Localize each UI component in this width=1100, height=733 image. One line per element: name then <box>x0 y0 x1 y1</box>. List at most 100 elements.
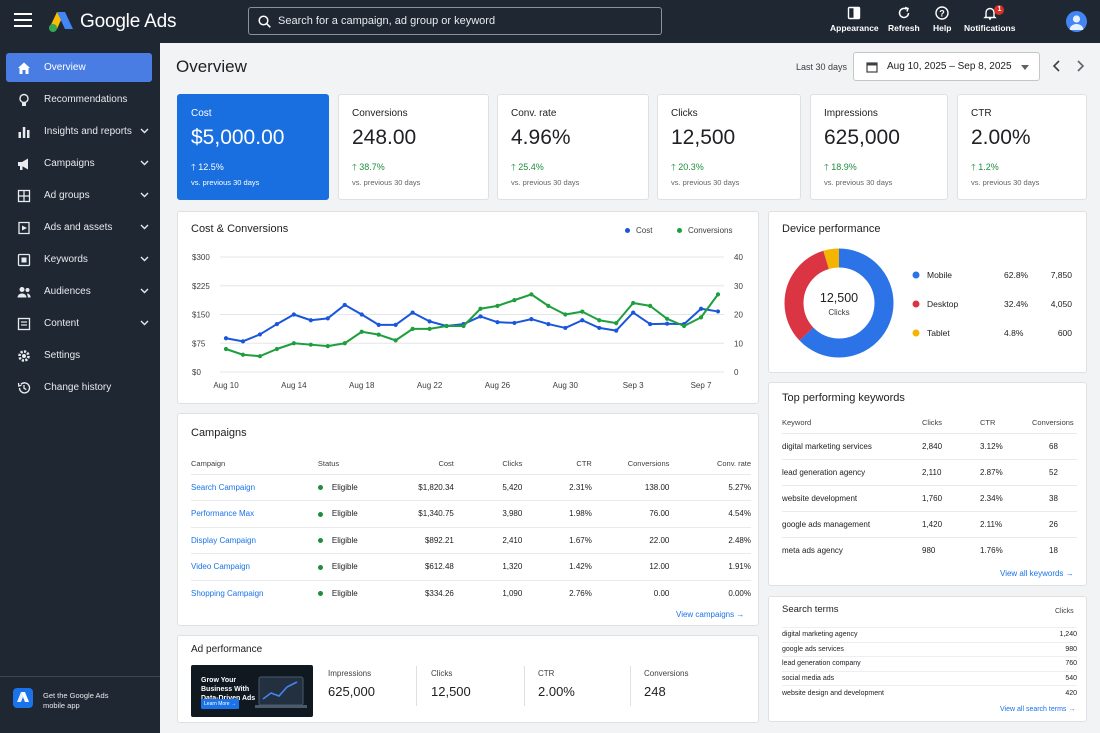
search-bar[interactable] <box>248 7 662 35</box>
sidebar-item-insights-and-reports[interactable]: Insights and reports <box>6 117 152 146</box>
table-row[interactable]: Display Campaign Eligible $892.21 2,410 … <box>191 526 751 554</box>
status-label: Eligible <box>331 482 358 492</box>
campaign-link[interactable]: Shopping Campaign <box>191 589 264 598</box>
ad-creative-cta[interactable]: Learn More → <box>201 699 239 709</box>
sidebar-item-audiences[interactable]: Audiences <box>6 277 152 306</box>
legend-value-mobile: 7,850 <box>1051 270 1073 280</box>
sidebar-item-keywords[interactable]: Keywords <box>6 245 152 274</box>
sidebar-item-label: Change history <box>44 382 112 393</box>
clicks-cell: 980 <box>922 536 980 563</box>
sidebar-item-label: Ad groups <box>44 190 90 201</box>
table-row[interactable]: Search Campaign Eligible $1,820.34 5,420… <box>191 473 751 501</box>
refresh-button[interactable]: Refresh <box>888 6 920 33</box>
table-row[interactable]: Performance Max Eligible $1,340.75 3,980… <box>191 500 751 527</box>
appearance-button[interactable]: Appearance <box>830 6 879 33</box>
column-header[interactable]: CTR <box>980 413 1032 433</box>
cost-cell: $1,340.75 <box>402 500 454 527</box>
kpi-card-cost[interactable]: Cost $5,000.00 🡑 12.5% vs. previous 30 d… <box>177 94 329 200</box>
kpi-card-impressions[interactable]: Impressions 625,000 🡑 18.9% vs. previous… <box>810 94 948 200</box>
status-cell: Eligible <box>317 553 403 580</box>
metric-value: 12,500 <box>431 684 471 699</box>
conversions-data-point <box>665 316 670 321</box>
ad-creative-preview[interactable]: Grow Your Business With Data-Driven Ads … <box>191 665 313 717</box>
ctr-cell: 1.98% <box>522 500 592 527</box>
sidebar-item-campaigns[interactable]: Campaigns <box>6 149 152 178</box>
campaign-link[interactable]: Video Campaign <box>191 562 250 571</box>
app-name: Google Ads <box>80 11 177 32</box>
kpi-label: Impressions <box>824 108 878 119</box>
column-header[interactable]: Conversions <box>1032 413 1077 433</box>
table-row[interactable]: website design and development 420 <box>782 685 1077 700</box>
keyword-cell: meta ads agency <box>782 536 922 563</box>
column-header[interactable]: Keyword <box>782 413 922 433</box>
table-row[interactable]: google ads management 1,420 2.11% 26 <box>782 510 1077 537</box>
search-input[interactable] <box>278 15 648 27</box>
keywords-title: Top performing keywords <box>782 392 905 404</box>
legend-value-desktop: 4,050 <box>1051 299 1073 309</box>
view-all-search-terms-link[interactable]: View all search terms → <box>1000 706 1075 713</box>
column-header[interactable]: Clicks <box>454 454 522 474</box>
column-header[interactable]: Status <box>318 454 403 474</box>
kpi-card-conversions[interactable]: Conversions 248.00 🡑 38.7% vs. previous … <box>338 94 489 200</box>
column-header[interactable]: Conversions <box>592 454 670 474</box>
donut-center-value: 12,500 <box>820 291 858 305</box>
conversions-cell: 38 <box>1032 484 1077 511</box>
campaign-link[interactable]: Search Campaign <box>191 483 255 492</box>
kpi-comparison: vs. previous 30 days <box>191 178 260 187</box>
clicks-cell: 2,110 <box>922 458 980 485</box>
status-cell: Eligible <box>317 526 403 554</box>
cost-data-point <box>631 310 636 315</box>
sidebar-item-settings[interactable]: Settings <box>6 341 152 370</box>
kpi-card-clicks[interactable]: Clicks 12,500 🡑 20.3% vs. previous 30 da… <box>657 94 801 200</box>
table-row[interactable]: google ads services 980 <box>782 641 1077 657</box>
conversions-data-point <box>444 323 449 329</box>
ctr-cell: 3.12% <box>980 432 1032 459</box>
sidebar-item-ad-groups[interactable]: Ad groups <box>6 181 152 210</box>
date-range-picker[interactable]: Aug 10, 2025 – Sep 8, 2025 <box>853 52 1040 81</box>
table-row[interactable]: Shopping Campaign Eligible $334.26 1,090… <box>191 579 751 607</box>
sidebar-item-overview[interactable]: Overview <box>6 53 152 82</box>
column-header[interactable]: CTR <box>522 454 591 474</box>
conv-rate-cell: 1.91% <box>669 553 751 580</box>
conversions-data-point <box>631 300 636 306</box>
device-performance-card: Device performance 12,500 Clicks Mobile 62.… <box>768 211 1087 373</box>
table-row[interactable]: digital marketing services 2,840 3.12% 68 <box>782 432 1077 459</box>
view-campaigns-link[interactable]: View campaigns → <box>676 610 744 619</box>
view-all-keywords-link[interactable]: View all keywords → <box>1000 569 1074 578</box>
kpi-card-ctr[interactable]: CTR 2.00% 🡑 1.2% vs. previous 30 days <box>957 94 1087 200</box>
column-header[interactable]: Clicks <box>922 413 980 433</box>
sidebar-item-ads-and-assets[interactable]: Ads and assets <box>6 213 152 242</box>
conversions-data-point <box>376 332 381 337</box>
next-period-icon[interactable] <box>1075 60 1085 72</box>
conversions-cell: 18 <box>1032 536 1077 563</box>
avatar[interactable] <box>1066 11 1087 32</box>
kpi-value: 12,500 <box>671 126 736 149</box>
campaign-link[interactable]: Performance Max <box>191 509 254 518</box>
menu-icon[interactable] <box>14 13 32 29</box>
column-header[interactable]: Cost <box>403 454 453 474</box>
sidebar-item-recommendations[interactable]: Recommendations <box>6 85 152 114</box>
table-row[interactable]: meta ads agency 980 1.76% 18 <box>782 536 1077 563</box>
column-header[interactable]: Conv. rate <box>669 454 751 474</box>
sidebar-item-content[interactable]: Content <box>6 309 152 338</box>
mobile-app-promo[interactable]: Get the Google Ads mobile app <box>0 676 160 733</box>
sidebar-item-label: Recommendations <box>44 94 128 105</box>
table-row[interactable]: website development 1,760 2.34% 38 <box>782 484 1077 511</box>
table-row[interactable]: lead generation company 760 <box>782 656 1077 671</box>
cost-data-point <box>376 322 381 327</box>
kpi-card-conv-rate[interactable]: Conv. rate 4.96% 🡑 25.4% vs. previous 30… <box>497 94 649 200</box>
column-header[interactable]: Campaign <box>191 454 318 474</box>
previous-period-icon[interactable] <box>1052 60 1062 72</box>
conversions-data-point <box>308 342 313 347</box>
table-row[interactable]: social media ads 540 <box>782 670 1077 686</box>
google-ads-logo[interactable]: Google Ads <box>48 9 176 35</box>
sidebar-item-label: Audiences <box>44 286 91 297</box>
notifications-button[interactable]: 1 Notifications <box>964 5 1015 33</box>
sidebar-item-change-history[interactable]: Change history <box>6 373 152 402</box>
table-row[interactable]: Video Campaign Eligible $612.48 1,320 1.… <box>191 553 751 580</box>
help-button[interactable]: ? Help <box>933 6 951 33</box>
table-row[interactable]: digital marketing agency 1,240 <box>782 627 1077 642</box>
table-row[interactable]: lead generation agency 2,110 2.87% 52 <box>782 458 1077 485</box>
search-terms-title: Search terms <box>782 604 839 615</box>
campaign-link[interactable]: Display Campaign <box>191 536 256 545</box>
